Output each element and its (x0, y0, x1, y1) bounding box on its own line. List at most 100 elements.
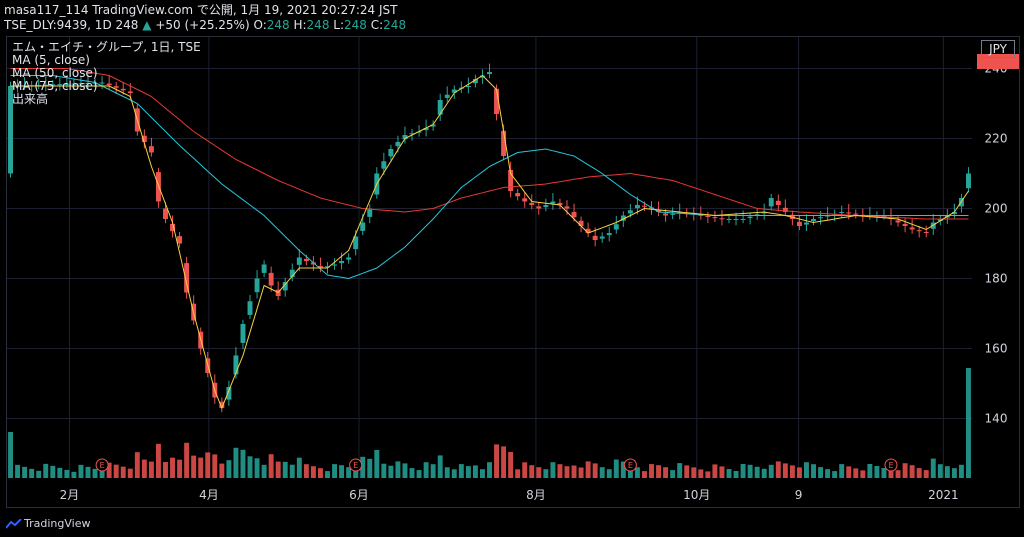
candle-body (804, 222, 809, 225)
candle-body (177, 236, 183, 244)
volume-bars (8, 368, 971, 478)
currency-label[interactable]: JPY (981, 40, 1015, 58)
volume-bar (895, 470, 901, 478)
candle-body (155, 172, 161, 202)
volume-bar (944, 466, 950, 478)
earnings-event-label: E (628, 461, 633, 470)
volume-bar (29, 468, 35, 478)
candle-body (148, 146, 154, 153)
volume-bar (163, 462, 168, 478)
candle-body (388, 149, 394, 157)
volume-bar (85, 466, 91, 478)
candle-body (846, 212, 852, 214)
candle-body (916, 230, 922, 232)
candle-body (853, 213, 859, 215)
volume-bar (958, 464, 964, 478)
candle-body (592, 235, 598, 240)
volume-bar (409, 468, 415, 478)
volume-bar (494, 444, 500, 478)
candle-body (550, 201, 556, 204)
time-tick-label: 2月 (60, 488, 80, 502)
volume-bar (184, 442, 190, 478)
volume-bar (501, 446, 507, 478)
candle-body (719, 218, 725, 220)
candle-body (909, 227, 915, 230)
volume-bar (796, 467, 802, 478)
candle-body (811, 219, 816, 222)
volume-bar (641, 471, 647, 478)
time-tick-label: 6月 (349, 488, 369, 502)
volume-bar (289, 464, 295, 478)
volume-bar (71, 471, 77, 478)
volume-bar (275, 461, 281, 478)
candles (8, 63, 971, 413)
candle-body (895, 220, 901, 223)
volume-bar (198, 457, 204, 478)
indicator-legend: エム・エイチ・グループ, 1日, TSE MA (5, close) MA (5… (12, 41, 201, 106)
footer: TradingView (0, 510, 1024, 537)
volume-bar (170, 457, 175, 478)
volume-bar (768, 464, 774, 478)
time-tick-label: 9 (795, 488, 803, 502)
volume-bar (536, 467, 542, 478)
volume-bar (754, 466, 760, 478)
candle-body (712, 217, 718, 219)
candle-body (818, 217, 824, 219)
candle-body (332, 264, 338, 266)
volume-bar (472, 465, 478, 478)
volume-bar (923, 470, 929, 478)
legend-volume[interactable]: 出来高 (12, 93, 201, 106)
candle-body (613, 224, 619, 230)
candle-body (247, 301, 253, 315)
volume-bar (578, 467, 584, 478)
volume-bar (543, 469, 549, 478)
candle-body (163, 208, 168, 219)
volume-bar (557, 464, 563, 478)
candle-body (627, 210, 633, 214)
volume-bar (832, 471, 838, 478)
volume-bar (508, 452, 514, 478)
candle-body (543, 205, 549, 208)
price-axis: 140160180200220240 (985, 62, 1008, 426)
volume-bar (726, 469, 732, 478)
volume-bar (423, 462, 429, 478)
volume-bar (141, 459, 147, 478)
candle-body (571, 212, 577, 218)
volume-bar (43, 463, 49, 478)
candle-body (522, 198, 528, 202)
volume-bar (451, 469, 457, 478)
candle-body (515, 193, 521, 197)
volume-bar (649, 464, 654, 478)
volume-bar (902, 463, 908, 478)
volume-bar (789, 465, 795, 478)
volume-bar (134, 452, 140, 478)
volume-bar (261, 464, 267, 478)
volume-bar (212, 454, 218, 478)
candle-body (487, 72, 492, 75)
time-tick-label: 2021 (928, 488, 959, 502)
volume-bar (663, 467, 669, 478)
volume-bar (747, 464, 753, 478)
volume-bar (444, 467, 450, 478)
volume-bar (656, 465, 662, 478)
volume-bar (740, 464, 746, 478)
volume-bar (219, 463, 225, 478)
candle-body (303, 258, 309, 261)
volume-bar (268, 454, 274, 478)
volume-bar (346, 467, 352, 478)
volume-bar (296, 457, 302, 478)
volume-bar (430, 464, 436, 478)
volume-bar (303, 464, 309, 478)
candle-body (599, 236, 605, 239)
volume-bar (437, 455, 443, 478)
volume-bar (479, 469, 485, 478)
volume-bar (550, 462, 556, 478)
candle-body (339, 261, 345, 264)
volume-bar (951, 468, 957, 478)
price-tick-label: 140 (985, 412, 1008, 426)
time-tick-label: 4月 (199, 488, 219, 502)
candle-body (233, 355, 239, 375)
candle-body (663, 213, 669, 216)
time-tick-label: 10月 (683, 488, 710, 502)
volume-bar (966, 368, 971, 478)
